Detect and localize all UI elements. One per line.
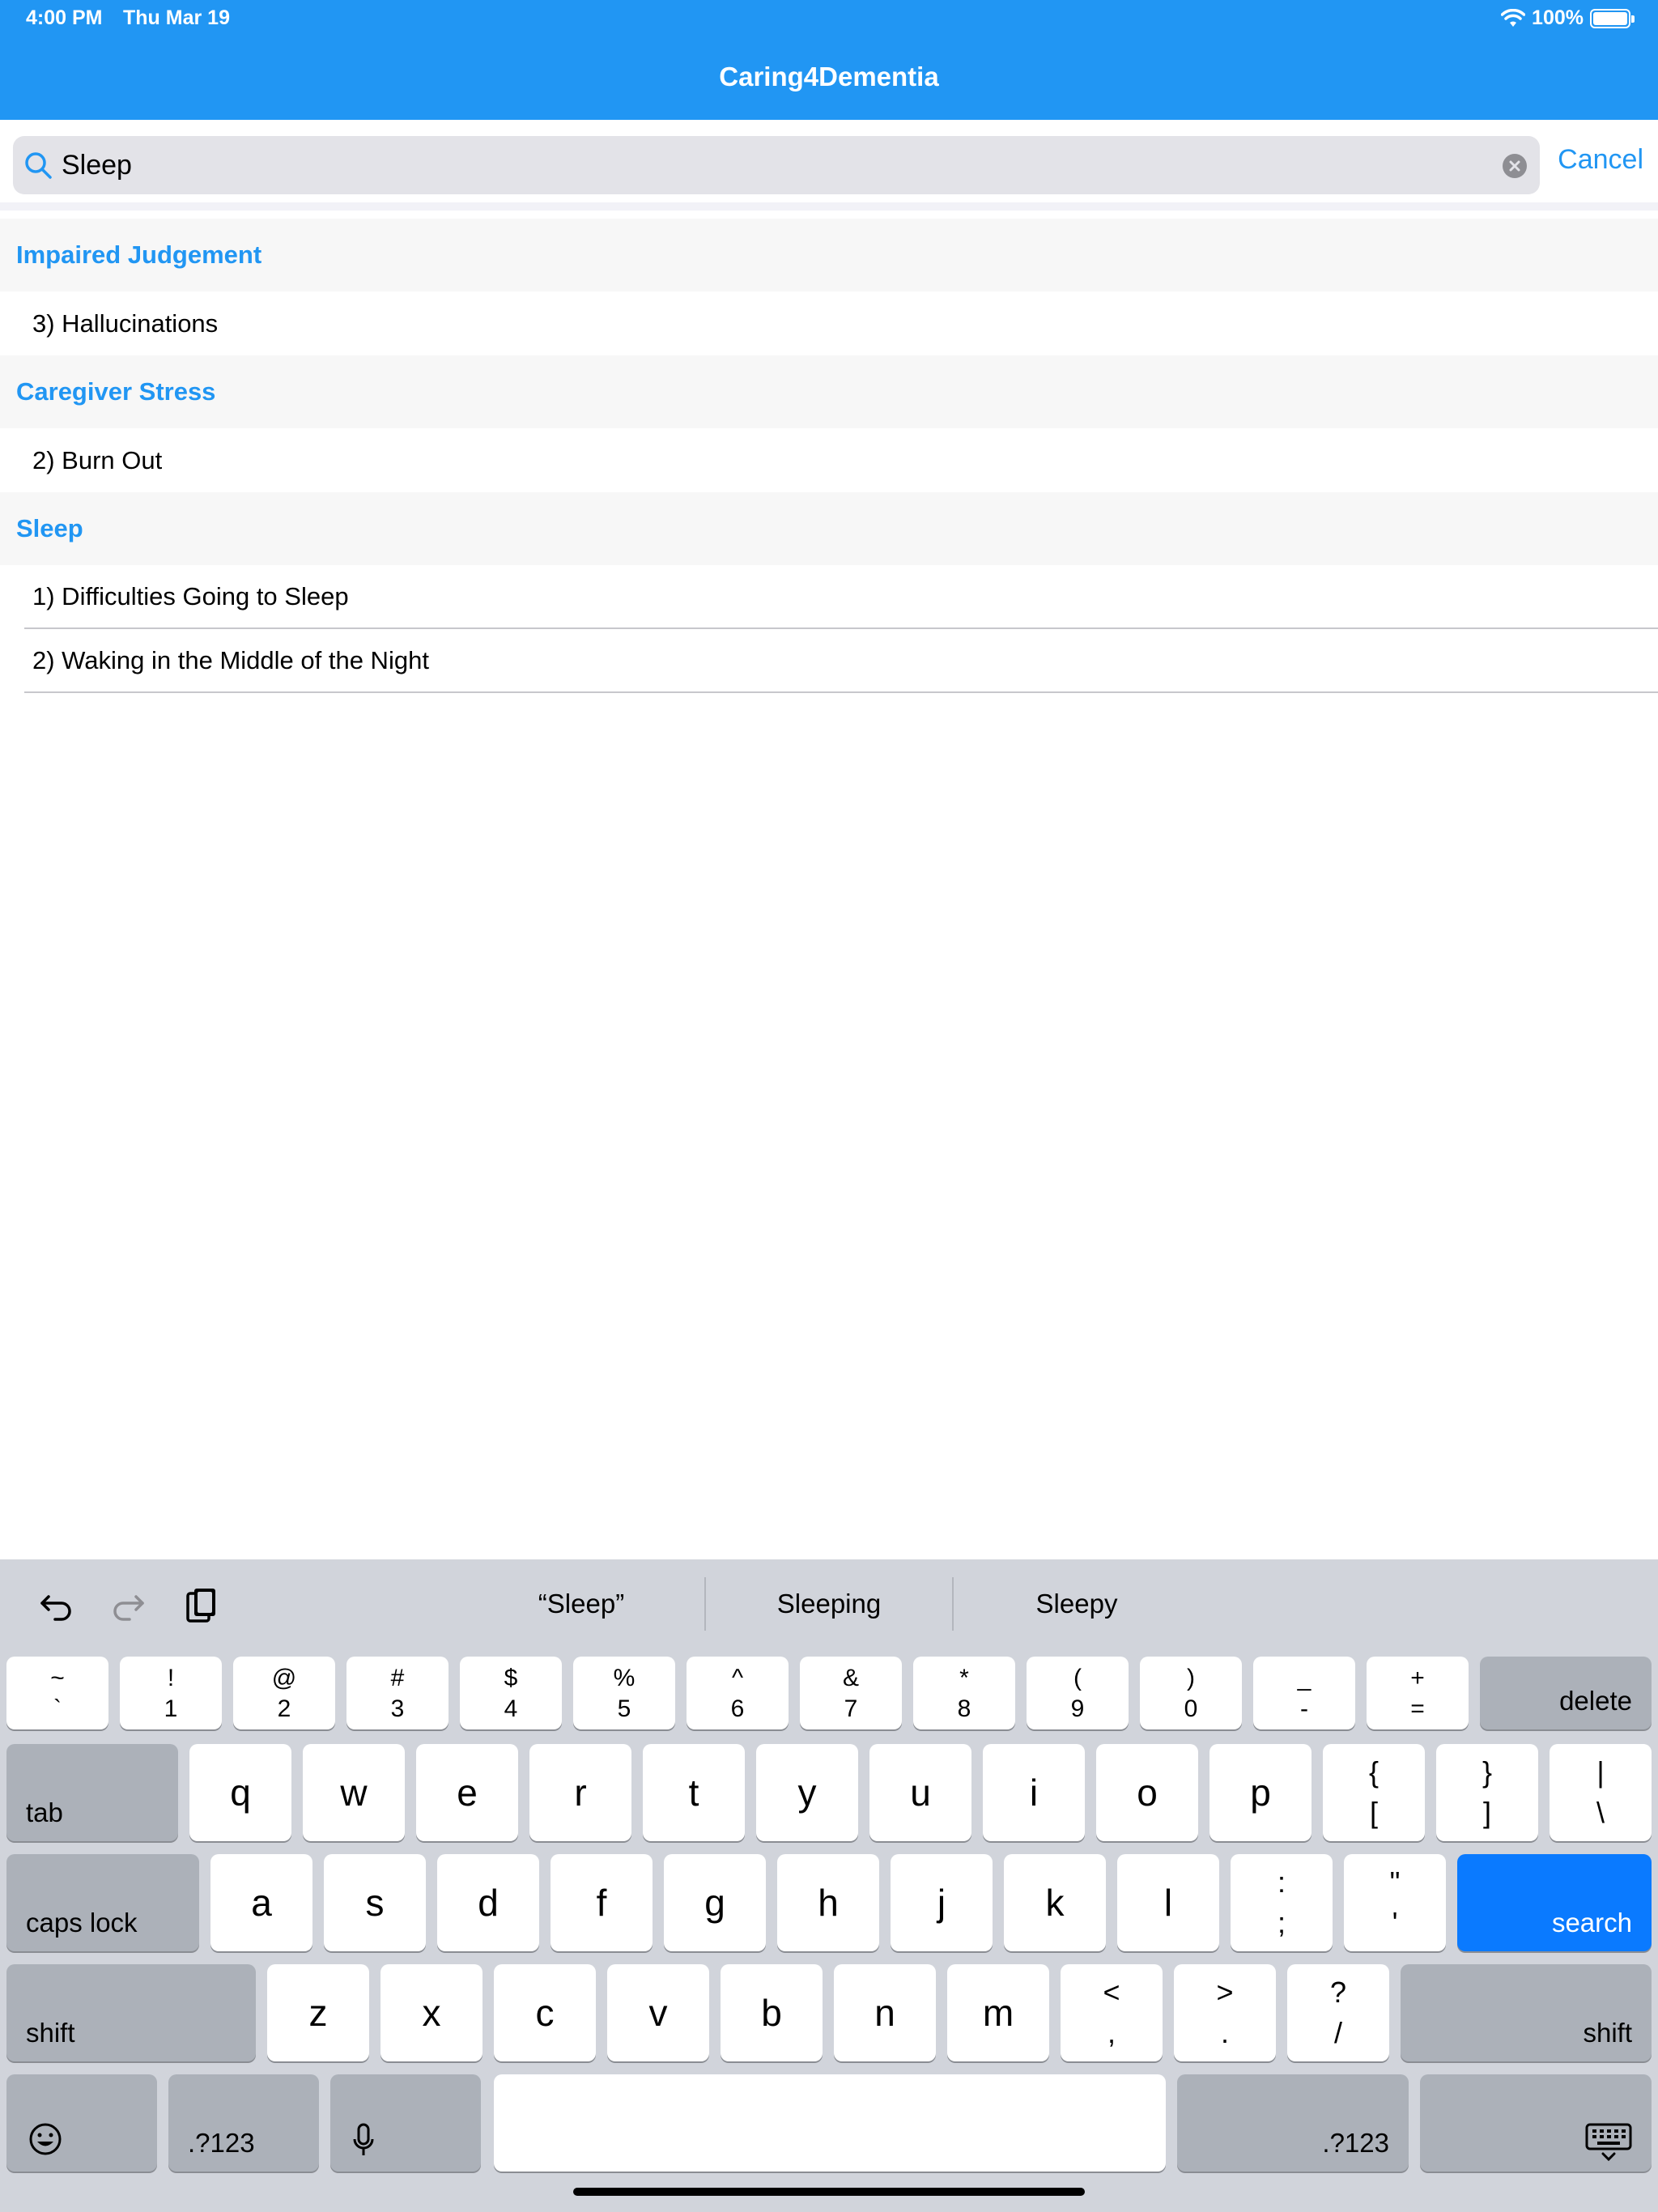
key-a[interactable]: a — [210, 1854, 312, 1951]
section-header: Impaired Judgement — [0, 219, 1658, 291]
key-period[interactable]: >. — [1174, 1964, 1276, 2061]
key-minus[interactable]: _ - — [1253, 1657, 1355, 1729]
list-item[interactable]: 1) Difficulties Going to Sleep — [24, 565, 1658, 629]
key-backslash[interactable]: | \ — [1550, 1744, 1652, 1841]
home-indicator[interactable] — [573, 2188, 1085, 2196]
key-equals[interactable]: + = — [1367, 1657, 1469, 1729]
numbers-key-right[interactable]: .?123 — [1177, 2074, 1409, 2172]
key-p[interactable]: p — [1209, 1744, 1312, 1841]
key-close-bracket[interactable]: }] — [1436, 1744, 1538, 1841]
key-quote[interactable]: " ' — [1344, 1854, 1446, 1951]
key-v[interactable]: v — [607, 1964, 709, 2061]
key-k[interactable]: k — [1004, 1854, 1106, 1951]
search-bar: Cancel — [0, 120, 1658, 211]
redo-icon[interactable] — [108, 1585, 147, 1624]
key-tilde[interactable]: ~ ` — [6, 1657, 108, 1729]
key-g[interactable]: g — [664, 1854, 766, 1951]
list-item[interactable]: 3) Hallucinations — [0, 291, 1658, 355]
microphone-icon — [353, 2123, 374, 2155]
shift-key-left[interactable]: shift — [6, 1964, 256, 2061]
dictation-key[interactable] — [330, 2074, 481, 2172]
key-x[interactable]: x — [380, 1964, 483, 2061]
key-c[interactable]: c — [494, 1964, 596, 2061]
battery-icon — [1590, 8, 1635, 28]
battery-percent: 100% — [1532, 6, 1584, 29]
key-u[interactable]: u — [869, 1744, 971, 1841]
key-q[interactable]: q — [189, 1744, 291, 1841]
page-title: Caring4Dementia — [719, 62, 939, 91]
key-1[interactable]: ! 1 — [120, 1657, 222, 1729]
section-header: Caregiver Stress — [0, 355, 1658, 428]
caps-lock-key[interactable]: caps lock — [6, 1854, 199, 1951]
search-key[interactable]: search — [1457, 1854, 1652, 1951]
section-header: Sleep — [0, 492, 1658, 565]
wifi-icon — [1501, 8, 1526, 27]
key-r[interactable]: r — [529, 1744, 631, 1841]
cancel-button[interactable]: Cancel — [1558, 144, 1643, 176]
key-2[interactable]: @2 — [233, 1657, 335, 1729]
key-z[interactable]: z — [267, 1964, 369, 2061]
search-field[interactable] — [13, 136, 1540, 194]
status-time: 4:00 PM — [26, 6, 103, 29]
key-3[interactable]: #3 — [346, 1657, 449, 1729]
numbers-key-left[interactable]: .?123 — [168, 2074, 319, 2172]
key-e[interactable]: e — [416, 1744, 518, 1841]
key-9[interactable]: (9 — [1027, 1657, 1129, 1729]
key-m[interactable]: m — [947, 1964, 1049, 2061]
navigation-bar: 4:00 PM Thu Mar 19 100% Caring4Dementia — [0, 0, 1658, 120]
search-icon — [25, 152, 52, 179]
key-l[interactable]: l — [1117, 1854, 1219, 1951]
clear-search-button[interactable] — [1503, 154, 1527, 178]
status-date: Thu Mar 19 — [123, 6, 230, 29]
suggestion-item[interactable]: Sleeping — [733, 1576, 925, 1632]
key-0[interactable]: ) 0 — [1140, 1657, 1242, 1729]
suggestion-divider — [952, 1577, 954, 1631]
key-t[interactable]: t — [643, 1744, 745, 1841]
key-comma[interactable]: <, — [1061, 1964, 1163, 2061]
key-6[interactable]: ^ 6 — [687, 1657, 789, 1729]
paste-icon[interactable] — [181, 1585, 220, 1624]
key-open-bracket[interactable]: {[ — [1323, 1744, 1425, 1841]
emoji-key[interactable] — [6, 2074, 157, 2172]
key-h[interactable]: h — [777, 1854, 879, 1951]
suggestion-item[interactable]: Sleepy — [981, 1576, 1172, 1632]
search-input[interactable] — [62, 144, 1470, 186]
predictive-bar: “Sleep” Sleeping Sleepy — [0, 1559, 1658, 1648]
keyboard-dismiss-icon — [1585, 2123, 1632, 2162]
key-f[interactable]: f — [551, 1854, 653, 1951]
key-5[interactable]: % 5 — [573, 1657, 675, 1729]
list-item[interactable]: 2) Waking in the Middle of the Night — [24, 629, 1658, 693]
tab-key[interactable]: tab — [6, 1744, 178, 1841]
key-7[interactable]: & 7 — [800, 1657, 902, 1729]
key-y[interactable]: y — [756, 1744, 858, 1841]
key-n[interactable]: n — [834, 1964, 936, 2061]
shift-key-right[interactable]: shift — [1401, 1964, 1652, 2061]
status-indicators: 100% — [1501, 6, 1635, 30]
on-screen-keyboard: “Sleep” Sleeping Sleepy ~ ` ! 1 @2 #3 $4 %… — [0, 1559, 1658, 2212]
key-8[interactable]: * 8 — [913, 1657, 1015, 1729]
close-icon — [1509, 160, 1520, 172]
key-b[interactable]: b — [721, 1964, 823, 2061]
undo-icon[interactable] — [37, 1585, 76, 1624]
key-j[interactable]: j — [891, 1854, 993, 1951]
suggestion-item[interactable]: “Sleep” — [486, 1576, 677, 1632]
suggestion-divider — [704, 1577, 706, 1631]
space-key[interactable] — [494, 2074, 1166, 2172]
dismiss-keyboard-key[interactable] — [1420, 2074, 1652, 2172]
search-results: Impaired Judgement 3) Hallucinations Car… — [0, 219, 1658, 693]
key-semicolon[interactable]: :; — [1231, 1854, 1333, 1951]
key-slash[interactable]: ? / — [1287, 1964, 1389, 2061]
key-w[interactable]: w — [303, 1744, 405, 1841]
key-4[interactable]: $4 — [460, 1657, 562, 1729]
key-d[interactable]: d — [437, 1854, 539, 1951]
emoji-icon — [29, 2123, 62, 2155]
delete-key[interactable]: delete — [1480, 1657, 1652, 1729]
key-o[interactable]: o — [1096, 1744, 1198, 1841]
list-item[interactable]: 2) Burn Out — [0, 428, 1658, 492]
key-s[interactable]: s — [324, 1854, 426, 1951]
key-i[interactable]: i — [983, 1744, 1085, 1841]
